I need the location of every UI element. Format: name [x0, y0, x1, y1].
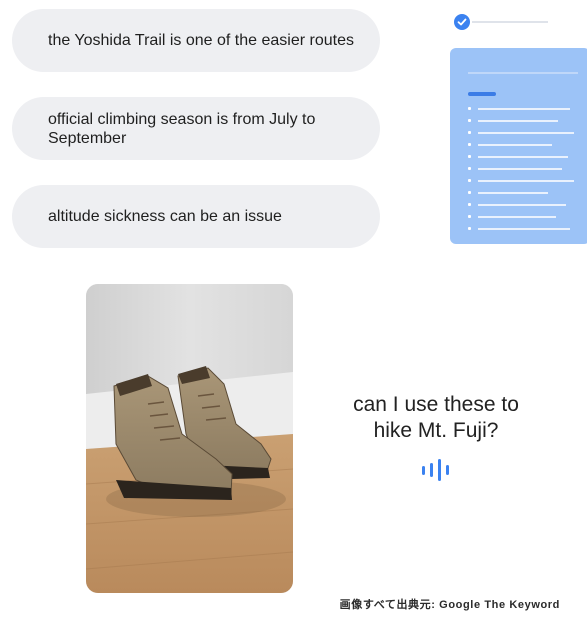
chat-bubble-text: the Yoshida Trail is one of the easier r… — [48, 32, 354, 49]
hiking-boots-image — [86, 284, 293, 593]
document-card — [450, 48, 587, 244]
chat-bubble-text: official climbing season is from July to… — [48, 110, 316, 147]
chat-bubble-text: altitude sickness can be an issue — [48, 208, 282, 225]
hiking-boots-photo — [86, 284, 293, 593]
chat-bubble-yoshida-trail: the Yoshida Trail is one of the easier r… — [12, 9, 380, 72]
voice-wave-icon[interactable] — [420, 459, 460, 481]
chat-bubble-climbing-season: official climbing season is from July to… — [12, 97, 380, 160]
document-heading-bar — [468, 92, 496, 96]
document-header-line — [468, 72, 578, 74]
query-line-2: hike Mt. Fuji? — [373, 419, 499, 442]
image-credit: 画像すべて出典元: Google The Keyword — [339, 599, 560, 611]
query-line-1: can I use these to — [353, 393, 519, 416]
check-circle-icon — [454, 14, 470, 30]
chat-bubble-altitude-sickness: altitude sickness can be an issue — [12, 185, 380, 248]
progress-line — [472, 21, 548, 23]
voice-query: can I use these to hike Mt. Fuji? — [330, 392, 542, 444]
